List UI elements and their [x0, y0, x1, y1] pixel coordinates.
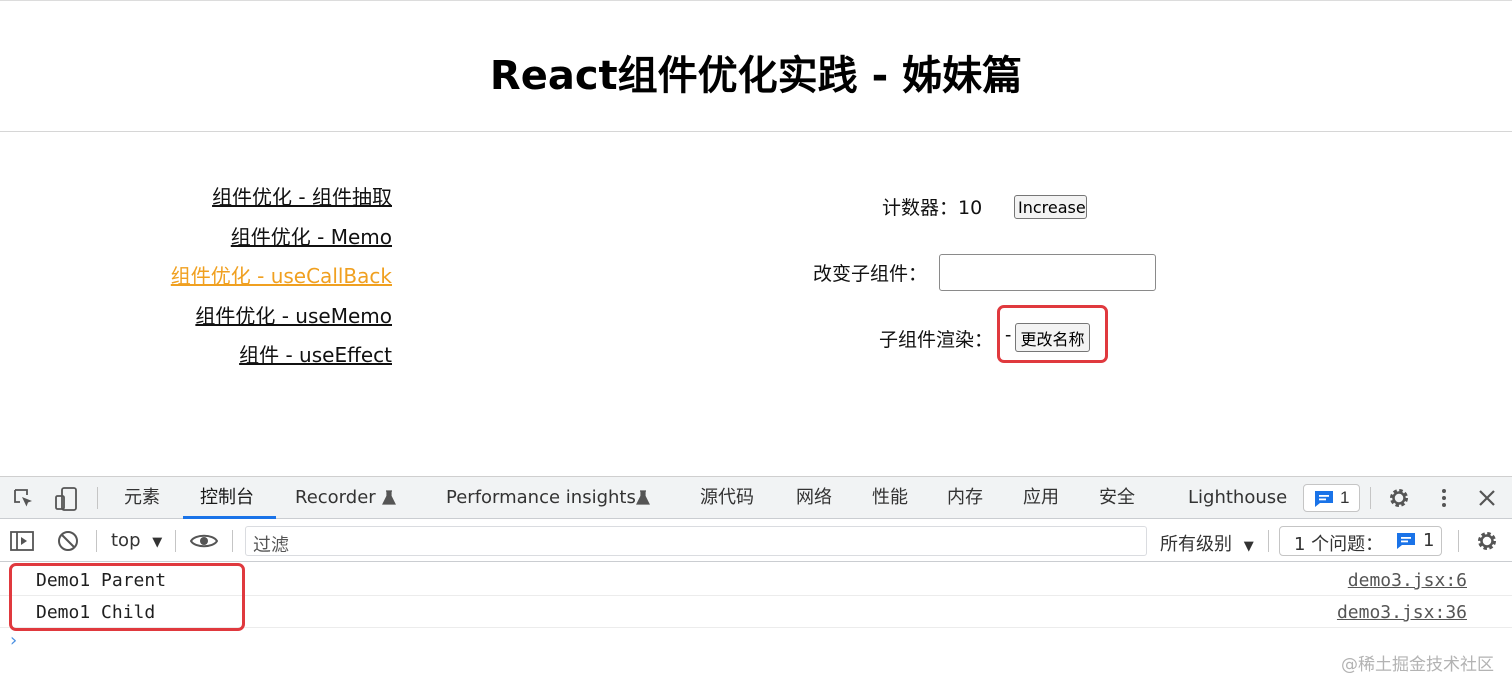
nav-link-useeffect[interactable]: 组件 - useEffect — [100, 336, 392, 376]
filter-separator — [1268, 530, 1269, 552]
clear-console-icon[interactable] — [57, 530, 79, 552]
eye-icon[interactable] — [190, 532, 218, 550]
child-render-label: 子组件渲染： — [879, 329, 994, 351]
counter-value: 10 — [958, 197, 983, 219]
filter-separator — [96, 530, 97, 552]
console-source-link[interactable]: demo3.jsx:36 — [1337, 602, 1467, 623]
nav-link-extract[interactable]: 组件优化 - 组件抽取 — [100, 178, 392, 218]
tab-separator — [97, 487, 98, 509]
message-icon — [1397, 533, 1415, 549]
tab-network[interactable]: 网络 — [796, 477, 832, 519]
device-toolbar-icon[interactable] — [53, 486, 79, 512]
context-value: top — [111, 530, 141, 551]
tab-separator — [1370, 487, 1371, 509]
message-icon — [1315, 491, 1333, 507]
chevron-down-icon: ▼ — [152, 535, 163, 550]
console-source-link[interactable]: demo3.jsx:6 — [1348, 570, 1467, 591]
nav-link-memo[interactable]: 组件优化 - Memo — [100, 218, 392, 258]
tab-performance[interactable]: 性能 — [872, 477, 908, 519]
chevron-down-icon: ▼ — [1243, 539, 1254, 554]
filter-separator — [175, 530, 176, 552]
console-filter-bar: top ▼ 过滤 所有级别 ▼ 1 个问题： 1 — [0, 520, 1512, 562]
devtools-tab-bar: 元素 控制台 Recorder Performance insights 源代码… — [0, 477, 1512, 519]
page-header: React组件优化实践 - 姊妹篇 — [0, 1, 1512, 132]
inspect-element-icon[interactable] — [13, 488, 35, 510]
flask-icon — [382, 490, 396, 505]
tab-application[interactable]: 应用 — [1023, 477, 1059, 519]
context-selector[interactable]: top ▼ — [111, 530, 162, 551]
demo-nav: 组件优化 - 组件抽取 组件优化 - Memo 组件优化 - useCallBa… — [100, 178, 392, 376]
console-highlight-box — [9, 563, 245, 631]
more-options-icon[interactable] — [1438, 486, 1450, 510]
console-settings-gear-icon[interactable] — [1475, 529, 1499, 553]
issues-count: 1 — [1423, 530, 1435, 551]
tab-sources[interactable]: 源代码 — [700, 477, 754, 519]
log-levels-dropdown[interactable]: 所有级别 ▼ — [1160, 530, 1254, 556]
change-child-label: 改变子组件： — [813, 263, 928, 285]
console-prompt[interactable]: › — [10, 630, 17, 651]
child-name-input[interactable] — [939, 254, 1156, 291]
issues-label: 1 个问题： — [1294, 534, 1384, 555]
watermark: @稀土掘金技术社区 — [1341, 655, 1494, 675]
nav-link-usecallback[interactable]: 组件优化 - useCallBack — [100, 257, 392, 297]
issues-button[interactable]: 1 个问题： 1 — [1279, 526, 1442, 556]
rename-highlight-box — [997, 305, 1108, 363]
sidebar-toggle-icon[interactable] — [10, 530, 34, 552]
log-levels-value: 所有级别 — [1160, 534, 1232, 555]
page-title: React组件优化实践 - 姊妹篇 — [489, 53, 1023, 99]
tab-performance-insights[interactable]: Performance insights — [446, 477, 636, 519]
tab-console[interactable]: 控制台 — [200, 477, 254, 519]
counter-display: 计数器：10 — [882, 193, 982, 220]
tab-memory[interactable]: 内存 — [947, 477, 983, 519]
console-filter-input[interactable]: 过滤 — [245, 526, 1147, 556]
tab-lighthouse[interactable]: Lighthouse — [1188, 477, 1287, 519]
issues-badge-count: 1 — [1340, 488, 1350, 507]
tab-security[interactable]: 安全 — [1099, 477, 1135, 519]
gear-icon[interactable] — [1387, 486, 1411, 510]
issues-badge[interactable]: 1 — [1303, 484, 1360, 512]
flask-icon — [636, 490, 650, 505]
increase-button[interactable]: Increase — [1014, 195, 1087, 219]
close-icon[interactable] — [1477, 488, 1497, 508]
filter-placeholder: 过滤 — [253, 535, 289, 555]
counter-label: 计数器： — [882, 197, 959, 219]
filter-separator — [232, 530, 233, 552]
tab-recorder[interactable]: Recorder — [295, 477, 376, 519]
tab-elements[interactable]: 元素 — [124, 477, 160, 519]
active-tab-indicator — [183, 516, 276, 519]
filter-separator — [1458, 530, 1459, 552]
nav-link-usememo[interactable]: 组件优化 - useMemo — [100, 297, 392, 337]
